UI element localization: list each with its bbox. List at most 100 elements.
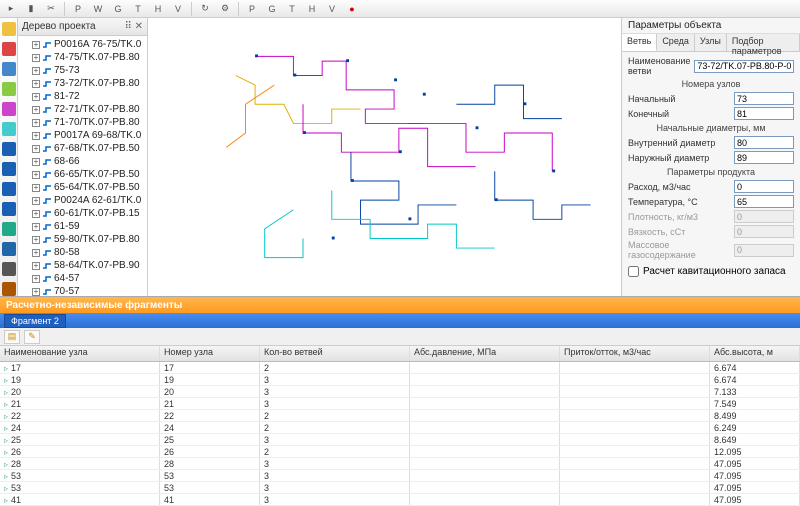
toolbar-icon[interactable]: G <box>111 2 125 16</box>
table-row[interactable]: 191936.674 <box>0 374 800 386</box>
pin-icon[interactable]: ⠿ ✕ <box>125 21 143 32</box>
strip-icon[interactable] <box>2 202 16 216</box>
tree-item[interactable]: +67-68/TK.07-PB.50 <box>20 142 145 155</box>
expand-icon[interactable]: + <box>32 41 40 49</box>
expand-icon[interactable]: + <box>32 119 40 127</box>
filter-button[interactable]: ▤ <box>4 330 20 344</box>
tree-item[interactable]: +66-65/TK.07-PB.50 <box>20 168 145 181</box>
strip-icon[interactable] <box>2 42 16 56</box>
tree-item[interactable]: +68-66 <box>20 155 145 168</box>
strip-icon[interactable] <box>2 122 16 136</box>
toolbar-icon[interactable]: W <box>91 2 105 16</box>
expand-icon[interactable]: + <box>32 236 40 244</box>
tree-item[interactable]: +P0017A 69-68/TK.0 <box>20 129 145 142</box>
toolbar-icon[interactable]: ▮ <box>24 2 38 16</box>
tree-item[interactable]: +65-64/TK.07-PB.50 <box>20 181 145 194</box>
cavitation-checkbox[interactable] <box>628 266 639 277</box>
col-branches[interactable]: Кол-во ветвей <box>260 346 410 361</box>
temp-input[interactable] <box>734 195 794 208</box>
end-input[interactable] <box>734 107 794 120</box>
table-row[interactable]: 242426.249 <box>0 422 800 434</box>
expand-icon[interactable]: + <box>32 275 40 283</box>
din-input[interactable] <box>734 136 794 149</box>
strip-icon[interactable] <box>2 82 16 96</box>
table-row[interactable]: 4141347.095 <box>0 494 800 506</box>
grid-body[interactable]: 171726.674191936.674202037.133212137.549… <box>0 362 800 506</box>
toolbar-icon[interactable]: ✂ <box>44 2 58 16</box>
toolbar-icon[interactable]: T <box>131 2 145 16</box>
fragment-tab[interactable]: Фрагмент 2 <box>4 314 66 328</box>
tree-item[interactable]: +60-61/TK.07-PB.15 <box>20 207 145 220</box>
tab-nodes[interactable]: Узлы <box>695 34 727 51</box>
tree-item[interactable]: +72-71/TK.07-PB.80 <box>20 103 145 116</box>
expand-icon[interactable]: + <box>32 158 40 166</box>
tree-item[interactable]: +75-73 <box>20 64 145 77</box>
dout-input[interactable] <box>734 151 794 164</box>
toolbar-icon[interactable]: V <box>171 2 185 16</box>
expand-icon[interactable]: + <box>32 132 40 140</box>
table-row[interactable]: 5353347.095 <box>0 470 800 482</box>
tree-item[interactable]: +74-75/TK.07-PB.80 <box>20 51 145 64</box>
col-pressure[interactable]: Абс.давление, МПа <box>410 346 560 361</box>
tree-item[interactable]: +71-70/TK.07-PB.80 <box>20 116 145 129</box>
expand-icon[interactable]: + <box>32 249 40 257</box>
strip-icon[interactable] <box>2 182 16 196</box>
expand-icon[interactable]: + <box>32 106 40 114</box>
toolbar-icon[interactable]: ↻ <box>198 2 212 16</box>
toolbar-icon[interactable]: P <box>245 2 259 16</box>
tree-item[interactable]: +61-59 <box>20 220 145 233</box>
strip-icon[interactable] <box>2 62 16 76</box>
tab-medium[interactable]: Среда <box>657 34 695 51</box>
col-flow[interactable]: Приток/отток, м3/час <box>560 346 710 361</box>
toolbar-icon[interactable]: ● <box>345 2 359 16</box>
expand-icon[interactable]: + <box>32 223 40 231</box>
edit-button[interactable]: ✎ <box>24 330 40 344</box>
col-height[interactable]: Абс.высота, м <box>710 346 800 361</box>
start-input[interactable] <box>734 92 794 105</box>
expand-icon[interactable]: + <box>32 93 40 101</box>
toolbar-icon[interactable]: ▸ <box>4 2 18 16</box>
strip-icon[interactable] <box>2 242 16 256</box>
toolbar-icon[interactable]: ⚙ <box>218 2 232 16</box>
table-row[interactable]: 252538.649 <box>0 434 800 446</box>
col-name[interactable]: Наименование узла <box>0 346 160 361</box>
toolbar-icon[interactable]: H <box>151 2 165 16</box>
strip-icon[interactable] <box>2 222 16 236</box>
strip-icon[interactable] <box>2 22 16 36</box>
strip-icon[interactable] <box>2 142 16 156</box>
table-row[interactable]: 212137.549 <box>0 398 800 410</box>
expand-icon[interactable]: + <box>32 197 40 205</box>
table-row[interactable]: 2626212.095 <box>0 446 800 458</box>
toolbar-icon[interactable]: V <box>325 2 339 16</box>
tab-fit[interactable]: Подбор параметров <box>727 34 800 51</box>
tree-item[interactable]: +73-72/TK.07-PB.80 <box>20 77 145 90</box>
table-row[interactable]: 222228.499 <box>0 410 800 422</box>
expand-icon[interactable]: + <box>32 262 40 270</box>
tree-item[interactable]: +64-57 <box>20 272 145 285</box>
expand-icon[interactable]: + <box>32 80 40 88</box>
flow-input[interactable] <box>734 180 794 193</box>
table-row[interactable]: 2828347.095 <box>0 458 800 470</box>
name-input[interactable] <box>694 60 794 73</box>
table-row[interactable]: 171726.674 <box>0 362 800 374</box>
strip-icon[interactable] <box>2 102 16 116</box>
tree-item[interactable]: +P0024A 62-61/TK.0 <box>20 194 145 207</box>
tree-item[interactable]: +80-58 <box>20 246 145 259</box>
strip-icon[interactable] <box>2 162 16 176</box>
strip-icon[interactable] <box>2 262 16 276</box>
toolbar-icon[interactable]: T <box>285 2 299 16</box>
tree-body[interactable]: +P0016A 76-75/TK.0+74-75/TK.07-PB.80+75-… <box>18 36 147 296</box>
tab-branch[interactable]: Ветвь <box>622 34 657 51</box>
toolbar-icon[interactable]: H <box>305 2 319 16</box>
col-node[interactable]: Номер узла <box>160 346 260 361</box>
tree-item[interactable]: +P0016A 76-75/TK.0 <box>20 38 145 51</box>
3d-viewport[interactable]: z x y <box>148 18 622 296</box>
tree-item[interactable]: +70-57 <box>20 285 145 296</box>
expand-icon[interactable]: + <box>32 145 40 153</box>
expand-icon[interactable]: + <box>32 171 40 179</box>
tree-item[interactable]: +59-80/TK.07-PB.80 <box>20 233 145 246</box>
expand-icon[interactable]: + <box>32 288 40 296</box>
toolbar-icon[interactable]: G <box>265 2 279 16</box>
expand-icon[interactable]: + <box>32 210 40 218</box>
table-row[interactable]: 202037.133 <box>0 386 800 398</box>
